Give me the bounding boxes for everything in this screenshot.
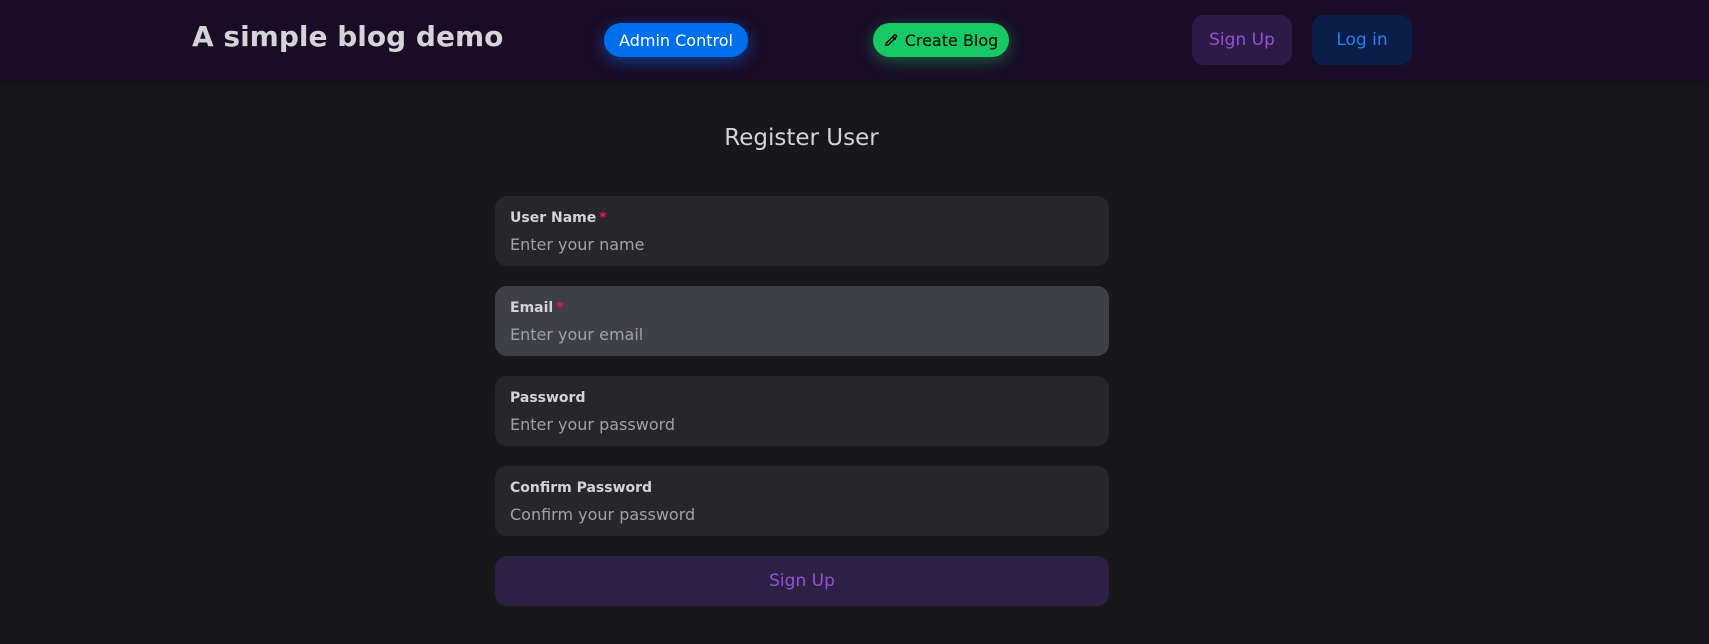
signup-nav-label: Sign Up [1209,30,1275,50]
password-field[interactable]: Password [495,376,1109,446]
username-input[interactable] [510,232,1090,256]
confirm-password-field[interactable]: Confirm Password [495,466,1109,536]
top-navbar: A simple blog demo Admin Control Create … [0,0,1709,80]
brand-title[interactable]: A simple blog demo [192,20,503,53]
username-label-text: User Name [510,210,597,226]
admin-control-label: Admin Control [619,30,733,50]
login-nav-label: Log in [1336,30,1388,50]
username-label: User Name * [510,210,607,226]
email-input[interactable] [510,322,1090,346]
create-blog-button[interactable]: Create Blog [873,23,1009,57]
email-label: Email * [510,300,564,316]
password-label: Password [510,390,586,406]
email-label-text: Email [510,300,554,316]
signup-submit-button[interactable]: Sign Up [495,556,1109,606]
create-blog-label: Create Blog [904,30,999,50]
pencil-edit-icon [884,33,897,46]
email-field[interactable]: Email * [495,286,1109,356]
page-title: Register User [724,125,879,151]
signup-submit-label: Sign Up [769,571,835,591]
signup-nav-button[interactable]: Sign Up [1192,15,1292,65]
admin-control-button[interactable]: Admin Control [604,23,748,57]
confirm-password-input[interactable] [510,502,1090,526]
confirm-password-label: Confirm Password [510,480,653,496]
password-input[interactable] [510,412,1090,436]
username-field[interactable]: User Name * [495,196,1109,266]
login-nav-button[interactable]: Log in [1312,15,1412,65]
required-marker: * [599,210,607,226]
required-marker: * [556,300,564,316]
